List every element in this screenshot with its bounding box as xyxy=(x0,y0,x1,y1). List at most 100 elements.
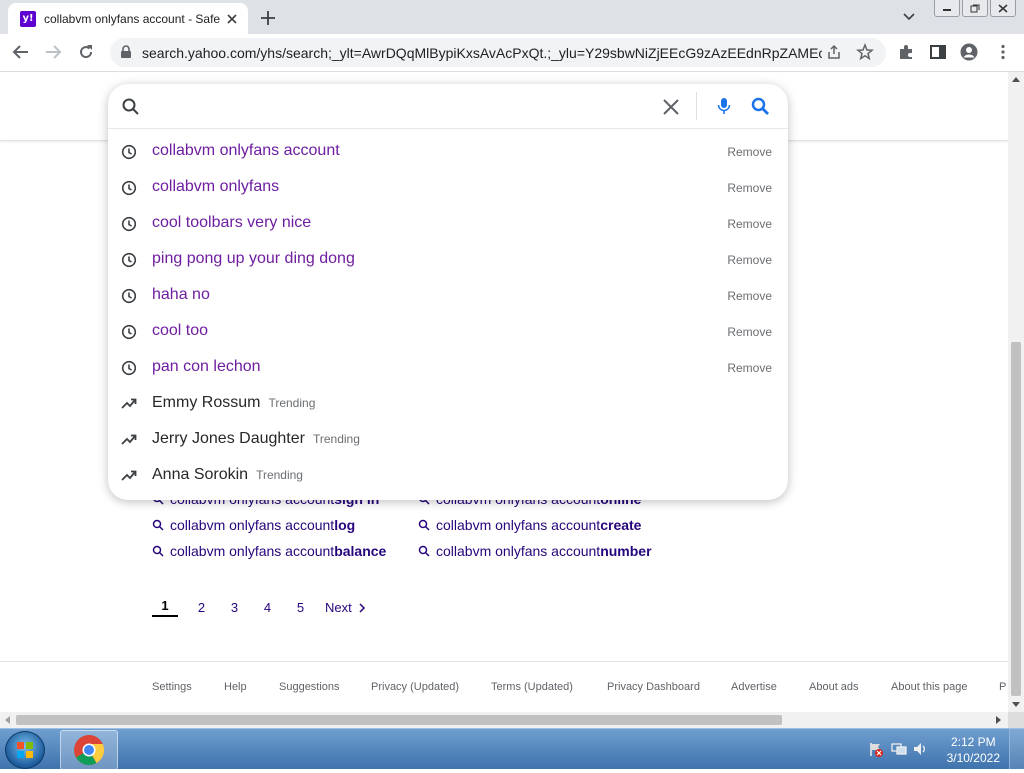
new-tab-icon[interactable] xyxy=(258,8,278,28)
trending-suggestion[interactable]: Anna Sorokin Trending xyxy=(108,458,788,494)
scroll-right-arrow-icon[interactable] xyxy=(996,716,1002,724)
history-suggestion[interactable]: haha no Remove xyxy=(108,278,788,314)
clock-date: 3/10/2022 xyxy=(946,751,1000,765)
page-1-current: 1 xyxy=(152,598,178,617)
related-search-link[interactable]: collabvm onlyfans account log xyxy=(152,512,418,538)
close-window-icon[interactable] xyxy=(990,0,1016,17)
address-bar[interactable]: search.yahoo.com/yhs/search;_ylt=AwrDQqM… xyxy=(110,38,886,67)
chrome-icon xyxy=(74,735,105,766)
scrollbar-corner xyxy=(1008,712,1024,728)
volume-icon[interactable] xyxy=(912,741,928,757)
remove-suggestion-button[interactable]: Remove xyxy=(727,253,772,267)
url-text[interactable]: search.yahoo.com/yhs/search;_ylt=AwrDQqM… xyxy=(142,45,822,61)
footer: Settings Help Suggestions Privacy (Updat… xyxy=(0,661,1008,712)
horizontal-scroll-thumb[interactable] xyxy=(16,715,782,725)
footer-link-suggestions[interactable]: Suggestions xyxy=(279,681,340,693)
footer-link-help[interactable]: Help xyxy=(224,681,247,693)
related-search-text: collabvm onlyfans account xyxy=(170,543,335,559)
scroll-up-arrow-icon[interactable] xyxy=(1012,76,1020,82)
history-suggestion[interactable]: cool toolbars very nice Remove xyxy=(108,206,788,242)
scroll-down-arrow-icon[interactable] xyxy=(1012,702,1020,708)
forward-icon[interactable] xyxy=(44,43,62,61)
footer-link-about-page[interactable]: About this page xyxy=(891,681,967,693)
remove-suggestion-button[interactable]: Remove xyxy=(727,325,772,339)
close-tab-icon[interactable] xyxy=(224,11,240,27)
trending-suggestion[interactable]: Jerry Jones Daughter Trending xyxy=(108,422,788,458)
page-2-link[interactable]: 2 xyxy=(185,600,218,615)
windows-taskbar: 2:12 PM 3/10/2022 xyxy=(0,728,1024,770)
footer-link-about-ads[interactable]: About ads xyxy=(809,681,859,693)
side-panel-icon[interactable] xyxy=(929,43,947,61)
extensions-icon[interactable] xyxy=(897,43,915,61)
history-suggestion[interactable]: collabvm onlyfans account Remove xyxy=(108,134,788,170)
voice-search-mic-icon[interactable] xyxy=(716,97,732,115)
remove-suggestion-button[interactable]: Remove xyxy=(727,181,772,195)
tab-search-chevron-icon[interactable] xyxy=(902,10,916,24)
suggestion-text: ping pong up your ding dong xyxy=(152,250,355,267)
history-suggestion[interactable]: pan con lechon Remove xyxy=(108,350,788,386)
search-submit-icon[interactable] xyxy=(751,97,770,116)
related-search-bold: number xyxy=(600,543,652,559)
pagination: 1 2 3 4 5 Next xyxy=(152,598,368,617)
next-page-link[interactable]: Next xyxy=(325,600,368,615)
scroll-left-arrow-icon[interactable] xyxy=(4,716,10,724)
search-input[interactable] xyxy=(148,94,652,120)
page-5-link[interactable]: 5 xyxy=(284,600,317,615)
suggestion-text: Jerry Jones Daughter xyxy=(152,430,305,447)
related-search-link[interactable]: collabvm onlyfans account number xyxy=(418,538,684,564)
remove-suggestion-button[interactable]: Remove xyxy=(727,217,772,231)
bookmark-star-icon[interactable] xyxy=(856,43,874,61)
remove-suggestion-button[interactable]: Remove xyxy=(727,145,772,159)
related-search-text: collabvm onlyfans account xyxy=(170,517,335,533)
search-icon xyxy=(152,519,164,531)
show-desktop-button[interactable] xyxy=(1009,729,1024,769)
action-center-flag-icon[interactable] xyxy=(868,741,884,757)
reload-icon[interactable] xyxy=(77,43,95,61)
history-suggestion[interactable]: collabvm onlyfans Remove xyxy=(108,170,788,206)
search-icon xyxy=(152,545,164,557)
horizontal-scrollbar[interactable] xyxy=(0,712,1008,728)
trending-up-icon xyxy=(121,470,137,481)
footer-link-truncated[interactable]: P xyxy=(999,681,1006,693)
footer-link-terms[interactable]: Terms (Updated) xyxy=(491,681,573,693)
back-icon[interactable] xyxy=(12,43,30,61)
page-3-link[interactable]: 3 xyxy=(218,600,251,615)
tab-title: collabvm onlyfans account - Safe xyxy=(44,11,220,26)
history-suggestion[interactable]: cool too Remove xyxy=(108,314,788,350)
suggestion-text: Anna Sorokin xyxy=(152,466,249,483)
page-4-link[interactable]: 4 xyxy=(251,600,284,615)
taskbar-clock[interactable]: 2:12 PM 3/10/2022 xyxy=(947,734,1000,766)
yahoo-favicon-icon: y! xyxy=(20,10,36,27)
footer-link-privacy[interactable]: Privacy (Updated) xyxy=(371,681,459,693)
remove-suggestion-button[interactable]: Remove xyxy=(727,289,772,303)
related-search-link[interactable]: collabvm onlyfans account balance xyxy=(152,538,418,564)
browser-tab[interactable]: y! collabvm onlyfans account - Safe xyxy=(8,3,248,34)
vertical-scroll-thumb[interactable] xyxy=(1011,342,1021,696)
share-icon[interactable] xyxy=(826,44,842,60)
lock-icon[interactable] xyxy=(120,45,132,59)
trending-suggestion[interactable]: Emmy Rossum Trending xyxy=(108,386,788,422)
browser-toolbar: search.yahoo.com/yhs/search;_ylt=AwrDQqM… xyxy=(0,34,1024,72)
trending-row-content: Anna Sorokin Trending xyxy=(152,466,303,484)
footer-link-privacy-dashboard[interactable]: Privacy Dashboard xyxy=(607,681,700,693)
remove-suggestion-button[interactable]: Remove xyxy=(727,361,772,375)
footer-link-settings[interactable]: Settings xyxy=(152,681,192,693)
clock-icon xyxy=(121,216,137,232)
clock-icon xyxy=(121,288,137,304)
vertical-scrollbar[interactable] xyxy=(1008,72,1024,712)
related-search-link[interactable]: collabvm onlyfans account create xyxy=(418,512,684,538)
restore-icon[interactable] xyxy=(962,0,988,17)
suggestion-text: cool too xyxy=(152,322,209,339)
minimize-icon[interactable] xyxy=(934,0,960,17)
search-icon xyxy=(122,98,139,115)
related-search-bold: create xyxy=(600,517,642,533)
network-icon[interactable] xyxy=(891,741,907,757)
start-button-windows-icon[interactable] xyxy=(5,731,45,769)
profile-avatar-icon[interactable] xyxy=(960,43,978,61)
menu-kebab-icon[interactable] xyxy=(994,43,1012,61)
history-suggestion[interactable]: ping pong up your ding dong Remove xyxy=(108,242,788,278)
clear-search-icon[interactable] xyxy=(662,98,680,116)
taskbar-chrome-button[interactable] xyxy=(60,730,118,770)
footer-link-advertise[interactable]: Advertise xyxy=(731,681,777,693)
search-icon xyxy=(418,519,430,531)
